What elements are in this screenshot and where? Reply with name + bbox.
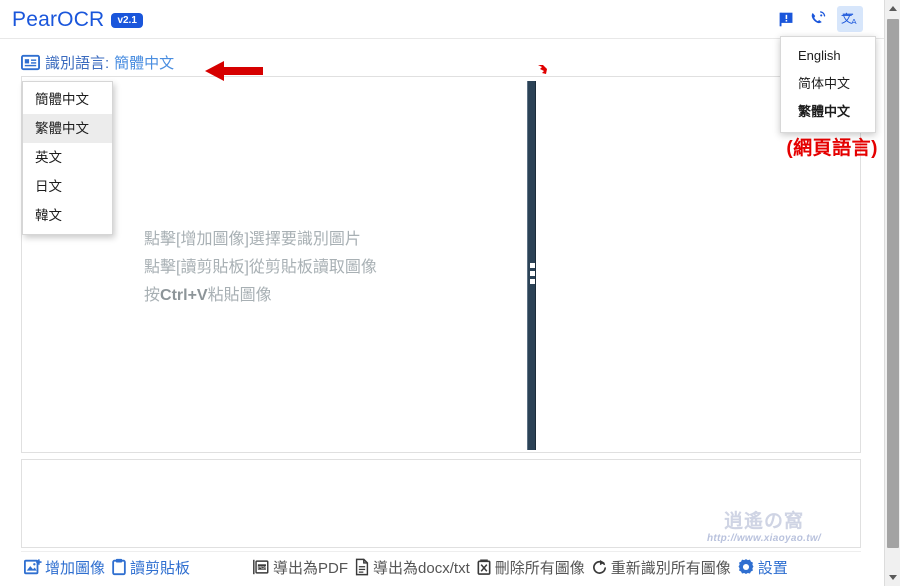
web-language-note-annotation: (網頁語言) [786, 138, 878, 159]
feedback-flag-icon[interactable] [773, 6, 799, 32]
scrollbar-down-arrow[interactable] [885, 569, 900, 586]
export-docx-txt-label: 導出為docx/txt [373, 559, 470, 577]
scrollbar-thumb[interactable] [887, 19, 899, 548]
rec-language-option-english[interactable]: 英文 [23, 143, 112, 172]
translate-language-icon[interactable]: 文 A [837, 6, 863, 32]
contact-phone-icon[interactable] [805, 6, 831, 32]
scrollbar-up-arrow[interactable] [885, 0, 900, 17]
clipboard-icon [112, 558, 126, 576]
placeholder-shortcut-key: Ctrl+V [160, 287, 208, 304]
placeholder-line-2: 點擊[讀剪貼板]從剪貼板讀取圖像 [144, 259, 377, 276]
web-language-option-traditional-chinese[interactable]: 繁體中文 [781, 98, 875, 126]
rec-language-option-simplified-chinese[interactable]: 簡體中文 [23, 85, 112, 114]
gear-icon [738, 559, 754, 575]
site-watermark: 逍遙の窩 http://www.xiaoyao.tw/ [675, 511, 853, 544]
brand-name: PearOCR [12, 8, 105, 31]
rec-language-option-korean[interactable]: 韓文 [23, 201, 112, 230]
page-scrollbar[interactable] [884, 0, 900, 586]
header-icon-group: 文 A [773, 6, 863, 32]
trash-icon [477, 558, 491, 575]
red-arrow-annotation [205, 61, 263, 81]
settings-button[interactable]: 設置 [734, 557, 791, 578]
settings-label: 設置 [757, 559, 788, 577]
add-image-button[interactable]: 增加圖像 [21, 557, 108, 578]
recognition-language-label: 識別語言: [45, 55, 110, 72]
export-pdf-label: 導出為PDF [273, 559, 349, 577]
rec-language-option-japanese[interactable]: 日文 [23, 172, 112, 201]
chevron-down-icon [889, 575, 897, 580]
work-panel-placeholder: 點擊[增加圖像]選擇要識別圖片 點擊[讀剪貼板]從剪貼板讀取圖像 按Ctrl+V… [144, 226, 377, 310]
document-icon [355, 558, 369, 576]
bottom-toolbar: 增加圖像 讀剪貼板 PDF 導出為PDF 導出為docx/txt 刪除所有圖像 … [21, 551, 861, 582]
chevron-up-icon [889, 6, 897, 11]
watermark-logo: 逍遙の窩 [723, 511, 804, 532]
web-language-dropdown[interactable]: English 简体中文 繁體中文 [780, 36, 876, 133]
language-card-icon [21, 54, 40, 71]
rec-language-option-traditional-chinese[interactable]: 繁體中文 [23, 114, 112, 143]
placeholder-line-3: 按Ctrl+V粘貼圖像 [144, 282, 377, 310]
export-docx-txt-button[interactable]: 導出為docx/txt [351, 557, 473, 578]
re-recognize-all-label: 重新識別所有圖像 [610, 559, 731, 577]
add-image-label: 增加圖像 [45, 559, 106, 577]
web-language-option-english[interactable]: English [781, 42, 875, 70]
panel-splitter-handle[interactable] [527, 81, 536, 450]
placeholder-line-1: 點擊[增加圖像]選擇要識別圖片 [144, 231, 361, 248]
read-clipboard-label: 讀剪貼板 [130, 559, 191, 577]
svg-text:A: A [851, 17, 857, 26]
image-work-panel[interactable]: 點擊[增加圖像]選擇要識別圖片 點擊[讀剪貼板]從剪貼板讀取圖像 按Ctrl+V… [21, 76, 861, 453]
web-language-option-simplified-chinese[interactable]: 简体中文 [781, 70, 875, 98]
app-header: PearOCR v2.1 文 A [0, 0, 884, 39]
add-image-icon [24, 559, 42, 575]
pdf-icon: PDF [253, 559, 269, 575]
red-cursor-mark [538, 65, 547, 74]
recognition-language-value: 簡體中文 [114, 55, 175, 72]
re-recognize-all-button[interactable]: 重新識別所有圖像 [588, 557, 734, 578]
brand-logo[interactable]: PearOCR v2.1 [12, 8, 143, 32]
delete-all-images-label: 刪除所有圖像 [494, 559, 585, 577]
refresh-icon [592, 559, 606, 574]
version-badge: v2.1 [111, 12, 143, 28]
toolbar-left-group: 增加圖像 讀剪貼板 [21, 557, 193, 578]
recognition-language-selector[interactable]: 識別語言: 簡體中文 [21, 52, 174, 73]
pearocr-app-window: PearOCR v2.1 文 A English 简体中文 繁體中文 識別語言:… [0, 0, 900, 586]
toolbar-right-group: PDF 導出為PDF 導出為docx/txt 刪除所有圖像 重新識別所有圖像 設… [249, 557, 791, 578]
svg-text:PDF: PDF [258, 565, 267, 570]
delete-all-images-button[interactable]: 刪除所有圖像 [473, 557, 588, 578]
read-clipboard-button[interactable]: 讀剪貼板 [108, 557, 193, 578]
splitter-grip-dots [530, 263, 535, 284]
recognition-language-dropdown[interactable]: 簡體中文 繁體中文 英文 日文 韓文 [22, 81, 113, 235]
placeholder-shortcut-prefix: 按 [144, 287, 161, 304]
export-pdf-button[interactable]: PDF 導出為PDF [249, 557, 351, 578]
placeholder-shortcut-suffix: 粘貼圖像 [207, 287, 272, 304]
watermark-url: http://www.xiaoyao.tw/ [706, 533, 821, 544]
ocr-result-panel[interactable]: 逍遙の窩 http://www.xiaoyao.tw/ [21, 459, 861, 548]
